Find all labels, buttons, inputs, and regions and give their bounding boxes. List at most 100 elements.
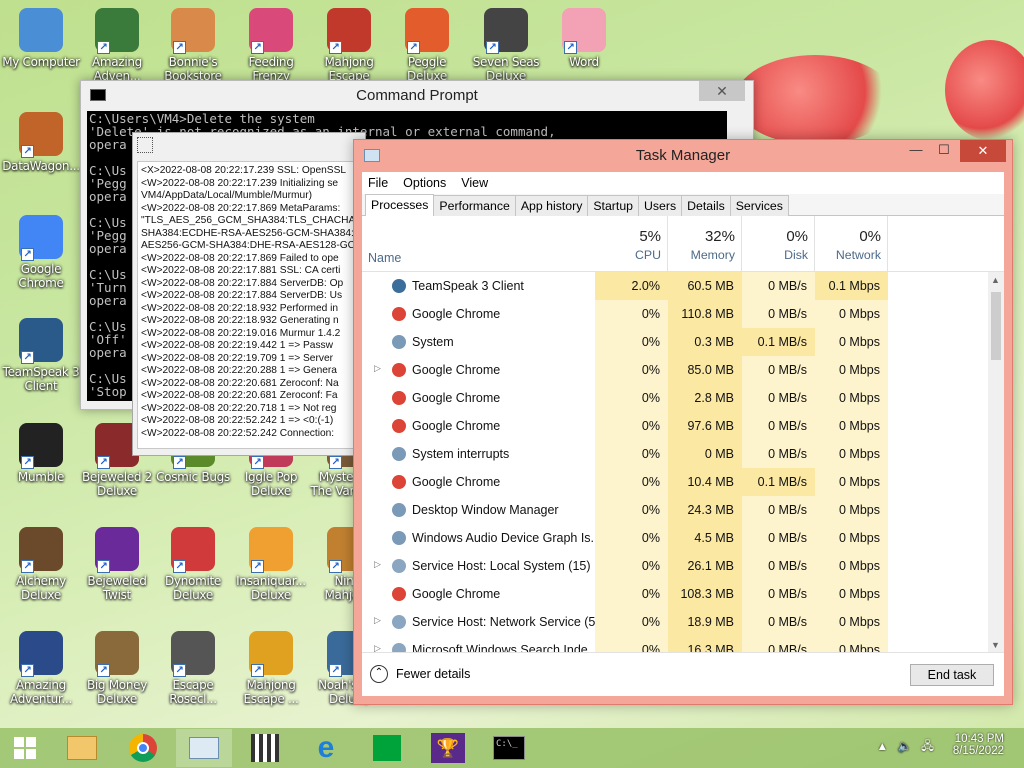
- desktop-icon[interactable]: ↗ Insaniquar... Deluxe: [232, 527, 310, 602]
- column-header-cpu[interactable]: 5% CPU: [595, 216, 668, 272]
- chrome-icon[interactable]: [115, 729, 171, 767]
- desktop-icon[interactable]: ↗ Amazing Adven...: [78, 8, 156, 83]
- internet-explorer-icon[interactable]: e: [298, 729, 354, 767]
- process-row[interactable]: Google Chrome 0% 110.8 MB 0 MB/s 0 Mbps: [362, 300, 988, 328]
- process-icon: [392, 335, 406, 349]
- tab-services[interactable]: Services: [729, 195, 789, 216]
- tab-startup[interactable]: Startup: [587, 195, 639, 216]
- log-line: VM4/AppData/Local/Mumble/Murmur): [141, 190, 312, 201]
- tab-users[interactable]: Users: [638, 195, 683, 216]
- desktop-icon[interactable]: ↗ Mumble: [2, 423, 80, 484]
- process-row[interactable]: Google Chrome 0% 10.4 MB 0.1 MB/s 0 Mbps: [362, 468, 988, 496]
- task-manager-window[interactable]: Task Manager — ☐ ✕ File Options View Proce…: [353, 139, 1013, 705]
- process-row[interactable]: ▷ Microsoft Windows Search Inde... 0% 16.3 …: [362, 636, 988, 653]
- close-button[interactable]: ✕: [960, 140, 1006, 162]
- process-row[interactable]: ▷ Service Host: Network Service (5) 0% 18.9…: [362, 608, 988, 636]
- column-header-disk[interactable]: 0% Disk: [742, 216, 815, 272]
- clock[interactable]: 10:43 PM 8/15/2022: [953, 733, 1004, 757]
- shortcut-arrow-icon: ↗: [564, 41, 577, 54]
- menu-view[interactable]: View: [461, 176, 488, 190]
- network-icon[interactable]: 🖧: [921, 739, 934, 758]
- desktop-icon[interactable]: ↗ Google Chrome: [2, 215, 80, 290]
- process-row[interactable]: ▷ Google Chrome 0% 85.0 MB 0 MB/s 0 Mbps: [362, 356, 988, 384]
- desktop-icon[interactable]: ↗ TeamSpeak 3 Client: [2, 318, 80, 393]
- process-net: 0 Mbps: [815, 384, 888, 412]
- cmd-title-bar[interactable]: Command Prompt ✕: [81, 81, 753, 111]
- compass-icon: ↗: [95, 8, 139, 54]
- desktop-icon[interactable]: ↗ Word: [545, 8, 623, 69]
- process-row[interactable]: Windows Audio Device Graph Is... 0% 4.5 MB…: [362, 524, 988, 552]
- desktop-icon[interactable]: ↗ Big Money Deluxe: [78, 631, 156, 706]
- menu-file[interactable]: File: [368, 176, 388, 190]
- process-row[interactable]: System 0% 0.3 MB 0.1 MB/s 0 Mbps: [362, 328, 988, 356]
- tm-title-bar[interactable]: Task Manager — ☐ ✕: [354, 140, 1012, 172]
- end-task-button[interactable]: End task: [910, 664, 994, 686]
- process-mem: 97.6 MB: [668, 412, 742, 440]
- process-row[interactable]: TeamSpeak 3 Client 2.0% 60.5 MB 0 MB/s 0.1 M…: [362, 272, 988, 300]
- tab-details[interactable]: Details: [681, 195, 731, 216]
- file-explorer-icon[interactable]: [54, 729, 110, 767]
- process-row[interactable]: Google Chrome 0% 2.8 MB 0 MB/s 0 Mbps: [362, 384, 988, 412]
- desktop-icon-label: Seven Seas Deluxe: [472, 55, 540, 83]
- desktop-icon[interactable]: ↗ Alchemy Deluxe: [2, 527, 80, 602]
- task-manager-icon[interactable]: [176, 729, 232, 767]
- desktop-icon[interactable]: ↗ Escape Rosecl...: [154, 631, 232, 706]
- scroll-down-icon[interactable]: ▼: [991, 640, 1000, 650]
- desktop-icon[interactable]: ↗ DataWagon...: [2, 112, 80, 173]
- tab-app-history[interactable]: App history: [514, 195, 589, 216]
- process-row[interactable]: System interrupts 0% 0 MB 0 MB/s 0 Mbps: [362, 440, 988, 468]
- process-name: Google Chrome: [412, 363, 501, 377]
- fish-icon: ↗: [249, 8, 293, 54]
- desktop-icon[interactable]: ↗ Dynomite Deluxe: [154, 527, 232, 602]
- process-row[interactable]: Desktop Window Manager 0% 24.3 MB 0 MB/s 0 M…: [362, 496, 988, 524]
- process-row[interactable]: Google Chrome 0% 108.3 MB 0 MB/s 0 Mbps: [362, 580, 988, 608]
- log-line: <W>2022-08-08 20:22:19.016 Murmur 1.4.2: [141, 327, 341, 339]
- minimize-button[interactable]: —: [902, 140, 930, 162]
- volume-icon[interactable]: 🔈: [898, 739, 912, 753]
- show-hidden-icons-icon[interactable]: ▲: [877, 741, 888, 753]
- column-header-memory[interactable]: 32% Memory: [668, 216, 742, 272]
- log-title-bar[interactable]: [133, 133, 365, 157]
- desktop-icon[interactable]: My Computer: [2, 8, 80, 69]
- expand-chevron-icon[interactable]: ▷: [374, 615, 381, 626]
- desktop-icon-label: Escape Rosecl...: [169, 678, 217, 706]
- fewer-details-button[interactable]: ⌃ Fewer details: [370, 665, 470, 683]
- process-row[interactable]: Google Chrome 0% 97.6 MB 0 MB/s 0 Mbps: [362, 412, 988, 440]
- process-disk: 0 MB/s: [742, 272, 815, 300]
- expand-chevron-icon[interactable]: ▷: [374, 363, 381, 374]
- process-row[interactable]: ▷ Service Host: Local System (15) 0% 26.1 M…: [362, 552, 988, 580]
- log-line: <X>2022-08-08 20:22:17.239 SSL: OpenSSL: [141, 165, 347, 176]
- desktop-icon[interactable]: ↗ Amazing Adventur...: [2, 631, 80, 706]
- scroll-thumb[interactable]: [991, 292, 1001, 360]
- tab-strip: Processes Performance App history Startup Us…: [362, 194, 1004, 216]
- start-button[interactable]: [0, 729, 50, 767]
- pixel-game-icon[interactable]: [237, 729, 293, 767]
- desktop-icon[interactable]: ↗ Bejeweled Twist: [78, 527, 156, 602]
- shortcut-arrow-icon: ↗: [97, 41, 110, 54]
- desktop-icon[interactable]: ↗ Seven Seas Deluxe: [467, 8, 545, 83]
- shortcut-arrow-icon: ↗: [329, 560, 342, 573]
- desktop-icon[interactable]: ↗ Bonnie's Bookstore: [154, 8, 232, 83]
- log-line: <W>2022-08-08 20:22:17.869 Failed to ope: [141, 252, 339, 264]
- desktop-icon[interactable]: ↗ Peggle Deluxe: [388, 8, 466, 83]
- trophy-icon[interactable]: 🏆: [420, 729, 476, 767]
- murmur-log-window[interactable]: <X>2022-08-08 20:22:17.239 SSL: OpenSSL <…: [132, 132, 366, 456]
- maximize-button[interactable]: ☐: [930, 140, 958, 162]
- tab-processes[interactable]: Processes: [365, 194, 435, 216]
- menu-options[interactable]: Options: [403, 176, 446, 190]
- name-column-header[interactable]: Name: [368, 251, 401, 265]
- store-icon[interactable]: [359, 729, 415, 767]
- process-list: TeamSpeak 3 Client 2.0% 60.5 MB 0 MB/s 0.1 M…: [362, 272, 988, 653]
- process-net: 0 Mbps: [815, 468, 888, 496]
- cmd-close-button[interactable]: ✕: [699, 81, 745, 101]
- shortcut-arrow-icon: ↗: [251, 456, 264, 469]
- tab-performance[interactable]: Performance: [433, 195, 516, 216]
- process-icon: [392, 391, 406, 405]
- vertical-scrollbar[interactable]: ▲ ▼: [988, 272, 1004, 653]
- expand-chevron-icon[interactable]: ▷: [374, 559, 381, 570]
- process-icon: [392, 503, 406, 517]
- desktop-icon[interactable]: ↗ Mahjong Escape ...: [232, 631, 310, 706]
- scroll-up-icon[interactable]: ▲: [991, 275, 1000, 285]
- cmd-icon[interactable]: C:\_: [481, 729, 537, 767]
- column-header-network[interactable]: 0% Network: [815, 216, 888, 272]
